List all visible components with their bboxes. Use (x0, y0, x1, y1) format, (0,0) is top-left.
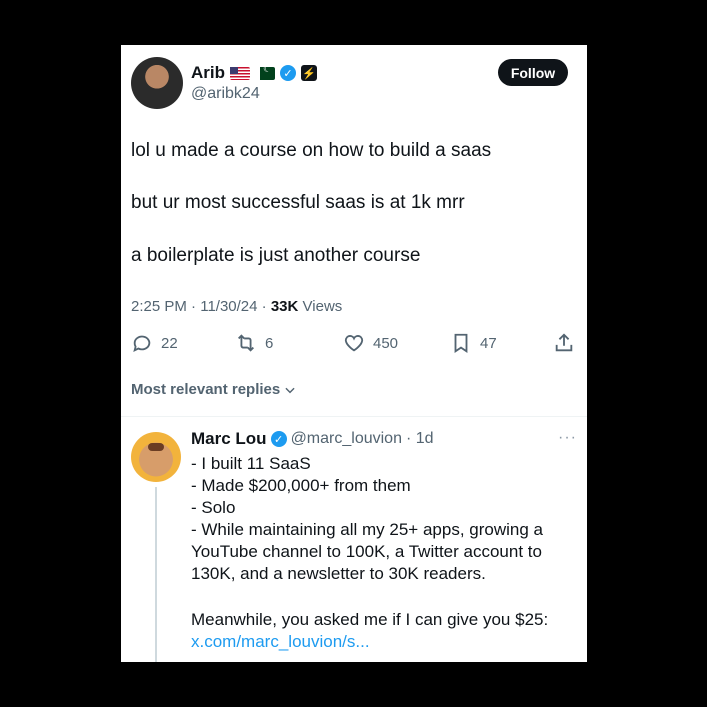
more-icon[interactable]: ··· (558, 429, 577, 447)
tweet-card: Arib ✓ ⚡ @aribk24 Follow lol u made a co… (121, 45, 587, 662)
tweet-time[interactable]: 2:25 PM (131, 298, 187, 315)
reply-count: 22 (161, 334, 178, 352)
separator: · (191, 298, 201, 315)
tweet-text-line-3: a boilerplate is just another course (131, 245, 421, 266)
reply-text-line-2: - Made $200,000+ from them (191, 476, 411, 495)
tweet-date[interactable]: 11/30/24 (200, 298, 257, 315)
views-label: Views (302, 298, 343, 315)
reply-age[interactable]: · 1d (406, 430, 434, 448)
like-count: 450 (373, 334, 399, 352)
follow-button[interactable]: Follow (498, 59, 568, 86)
replies-sort-menu[interactable]: Most relevant replies (131, 381, 297, 398)
author-avatar[interactable] (131, 57, 183, 109)
share-icon (555, 333, 573, 352)
reply-icon (133, 335, 151, 353)
tweet-meta: 2:25 PM · 11/30/24 · 33K Views (131, 298, 342, 315)
verified-icon: ✓ (280, 65, 296, 81)
reply-button[interactable]: 22 (131, 332, 178, 354)
tweet-text-line-1: lol u made a course on how to build a sa… (131, 140, 492, 161)
reply-text-line-6: 130K, and a newsletter to 30K readers. (191, 564, 486, 583)
replies-sort-label: Most relevant replies (131, 381, 281, 398)
share-button[interactable] (553, 332, 575, 354)
bookmark-icon (454, 333, 468, 353)
reply-author-handle[interactable]: @marc_louvion (291, 430, 402, 448)
author-name-row: Arib ✓ ⚡ (191, 63, 317, 83)
reply-text-line-7: Meanwhile, you asked me if I can give yo… (191, 610, 549, 629)
like-icon (344, 335, 364, 352)
author-name[interactable]: Arib (191, 63, 225, 83)
divider (121, 416, 587, 417)
chevron-down-icon (285, 387, 295, 393)
reply-text-line-3: - Solo (191, 498, 236, 517)
repost-icon (238, 334, 254, 352)
bookmark-button[interactable]: 47 (450, 332, 497, 354)
reply-author-avatar[interactable] (131, 432, 181, 482)
reply-text-line-1: - I built 11 SaaS (191, 454, 311, 473)
tweet-text-line-2: but ur most successful saas is at 1k mrr (131, 192, 465, 213)
like-button[interactable]: 450 (343, 332, 398, 354)
pakistan-flag-icon (255, 64, 275, 80)
separator: · (261, 298, 271, 315)
views-count: 33K (270, 298, 299, 315)
repost-button[interactable]: 6 (235, 332, 273, 354)
reply-header: Marc Lou ✓ @marc_louvion · 1d (191, 429, 434, 449)
bookmark-count: 47 (480, 334, 497, 352)
tweet-actions: 22 6 450 47 (131, 332, 577, 358)
reply-text-line-4: - While maintaining all my 25+ apps, gro… (191, 520, 543, 539)
affiliate-badge-icon: ⚡ (301, 65, 317, 81)
thread-line (155, 487, 157, 662)
verified-icon: ✓ (270, 431, 287, 447)
reply-author-name[interactable]: Marc Lou (191, 429, 267, 449)
repost-count: 6 (265, 334, 274, 352)
reply-link[interactable]: x.com/marc_louvion/s... (191, 631, 370, 653)
reply-text-line-5: YouTube channel to 100K, a Twitter accou… (191, 542, 542, 561)
us-flag-icon (230, 66, 250, 80)
author-handle[interactable]: @aribk24 (191, 85, 260, 103)
